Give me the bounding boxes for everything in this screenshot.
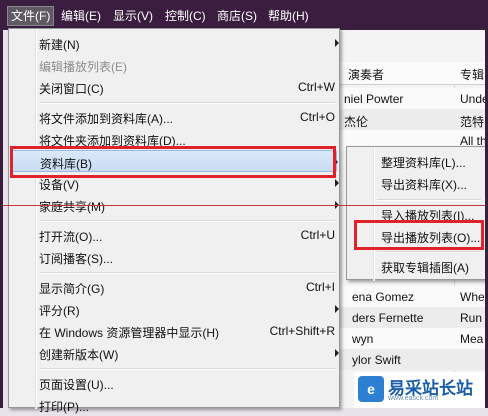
cell-album: 范特	[460, 115, 485, 129]
menu-item-subscribe-podcast[interactable]: 订阅播客(S)...	[11, 246, 337, 268]
menu-item-label: 编辑播放列表(E)	[39, 60, 127, 74]
menu-item-label: 将文件添加到资料库(A)...	[39, 112, 173, 126]
cell-artist: niel Powter	[344, 92, 404, 106]
menu-item-create-version[interactable]: 创建新版本(W)	[11, 342, 339, 364]
submenu-item-export-library[interactable]: 导出资料库(X)...	[349, 172, 487, 194]
menu-item-shortcut: Ctrl+W	[298, 80, 335, 94]
menu-item-close-window[interactable]: 关闭窗口(C) Ctrl+W	[11, 76, 337, 98]
column-header-artist[interactable]: 演奏者	[348, 66, 384, 83]
cell-artist: ders Fernette	[352, 311, 424, 325]
cell-album: Whe	[460, 290, 485, 304]
submenu-item-organize-library[interactable]: 整理资料库(L)...	[349, 150, 487, 172]
table-row[interactable]: ena Gomez Whe	[336, 286, 488, 307]
menu-controls[interactable]: 控制(C)	[162, 7, 209, 25]
submenu-arrow-icon	[335, 349, 339, 357]
menu-item-label: 订阅播客(S)...	[39, 252, 113, 266]
menu-item-shortcut: Ctrl+I	[305, 280, 335, 294]
menu-separator	[39, 102, 335, 104]
menu-item-label: 显示简介(G)	[39, 282, 105, 296]
watermark: e 易采站长站 www.easck.com	[354, 372, 488, 408]
menu-item-label: 关闭窗口(C)	[39, 82, 104, 96]
menu-bar: 文件(F) 编辑(E) 显示(V) 控制(C) 商店(S) 帮助(H)	[0, 0, 488, 30]
menu-item-label: 在 Windows 资源管理器中显示(H)	[39, 326, 220, 340]
menu-item-show-in-explorer[interactable]: 在 Windows 资源管理器中显示(H) Ctrl+Shift+R	[11, 320, 337, 342]
submenu-item-import-playlist[interactable]: 导入播放列表(I)...	[349, 203, 487, 225]
submenu-arrow-icon	[335, 39, 339, 47]
cell-artist: wyn	[352, 332, 374, 346]
cell-artist: ylor Swift	[352, 353, 401, 367]
menu-item-label: 将文件夹添加到资料库(D)...	[39, 134, 186, 148]
menu-item-label: 获取专辑插图(A)	[381, 261, 469, 275]
menu-separator	[39, 272, 335, 274]
menu-item-label: 打印(P)...	[39, 400, 89, 414]
menu-separator	[39, 368, 335, 370]
file-menu-dropdown: 新建(N) 编辑播放列表(E) 关闭窗口(C) Ctrl+W 将文件添加到资料库…	[8, 28, 340, 414]
cell-artist: ena Gomez	[352, 290, 415, 304]
menu-item-label: 设备(V)	[39, 178, 79, 192]
menu-item-label: 导入播放列表(I)...	[381, 209, 475, 223]
menu-item-add-folder[interactable]: 将文件夹添加到资料库(D)...	[11, 128, 337, 150]
menu-item-shortcut: Ctrl+U	[300, 228, 335, 242]
menu-store[interactable]: 商店(S)	[214, 7, 260, 25]
submenu-arrow-icon	[335, 305, 339, 313]
menu-item-get-info[interactable]: 显示简介(G) Ctrl+I	[11, 276, 337, 298]
menu-item-add-file[interactable]: 将文件添加到资料库(A)... Ctrl+O	[11, 106, 337, 128]
menu-view[interactable]: 显示(V)	[110, 7, 156, 25]
menu-item-label: 导出资料库(X)...	[381, 178, 467, 192]
menu-file[interactable]: 文件(F)	[6, 6, 55, 26]
column-header-album[interactable]: 专辑	[460, 66, 484, 83]
table-row[interactable]: wyn Mea	[336, 328, 488, 349]
menu-item-shortcut: Ctrl+Shift+R	[269, 324, 335, 338]
submenu-item-get-album-artwork[interactable]: 获取专辑插图(A)	[349, 255, 487, 277]
menu-item-page-setup[interactable]: 页面设置(U)...	[11, 372, 337, 394]
cell-album: Unde	[460, 92, 488, 106]
menu-item-label: 新建(N)	[39, 38, 80, 52]
menu-separator	[377, 199, 481, 201]
table-row[interactable]: niel Powter Unde	[336, 88, 488, 109]
menu-separator	[39, 220, 335, 222]
menu-item-label: 评分(R)	[39, 304, 80, 318]
menu-item-label: 导出播放列表(O)...	[381, 231, 481, 245]
table-row[interactable]: ders Fernette Run	[336, 307, 488, 328]
cell-album: Run	[460, 311, 483, 325]
annotation-line	[0, 205, 488, 206]
watermark-subtitle: www.easck.com	[388, 395, 439, 402]
menu-item-edit-playlist: 编辑播放列表(E)	[11, 54, 337, 76]
track-list-header: 演奏者 专辑	[336, 62, 488, 85]
menu-item-devices[interactable]: 设备(V)	[11, 172, 339, 194]
menu-item-label: 打开流(O)...	[39, 230, 103, 244]
menu-item-library[interactable]: 资料库(B)	[11, 150, 338, 172]
menu-item-label: 页面设置(U)...	[39, 378, 114, 392]
menu-item-open-stream[interactable]: 打开流(O)... Ctrl+U	[11, 224, 337, 246]
menu-item-shortcut: Ctrl+O	[299, 110, 335, 124]
menu-item-label: 整理资料库(L)...	[381, 156, 466, 170]
menu-separator	[377, 251, 481, 253]
cell-artist: 杰伦	[344, 115, 369, 129]
menu-item-print[interactable]: 打印(P)...	[11, 394, 337, 416]
table-row[interactable]: ylor Swift	[336, 349, 488, 370]
menu-item-label: 资料库(B)	[40, 157, 92, 171]
menu-item-label: 创建新版本(W)	[39, 348, 119, 362]
library-submenu: 整理资料库(L)... 导出资料库(X)... 导入播放列表(I)... 导出播…	[346, 146, 488, 281]
table-row[interactable]: 杰伦 范特	[336, 109, 488, 130]
menu-help[interactable]: 帮助(H)	[265, 7, 312, 25]
submenu-arrow-icon	[335, 179, 339, 187]
watermark-logo-icon: e	[358, 376, 384, 402]
menu-edit[interactable]: 编辑(E)	[58, 7, 104, 25]
submenu-item-export-playlist[interactable]: 导出播放列表(O)...	[349, 225, 487, 247]
cell-album: Mea	[460, 332, 484, 346]
submenu-arrow-icon	[334, 158, 338, 166]
menu-item-label: 家庭共享(M)	[39, 200, 105, 214]
menu-item-new[interactable]: 新建(N)	[11, 32, 339, 54]
menu-item-rating[interactable]: 评分(R)	[11, 298, 339, 320]
